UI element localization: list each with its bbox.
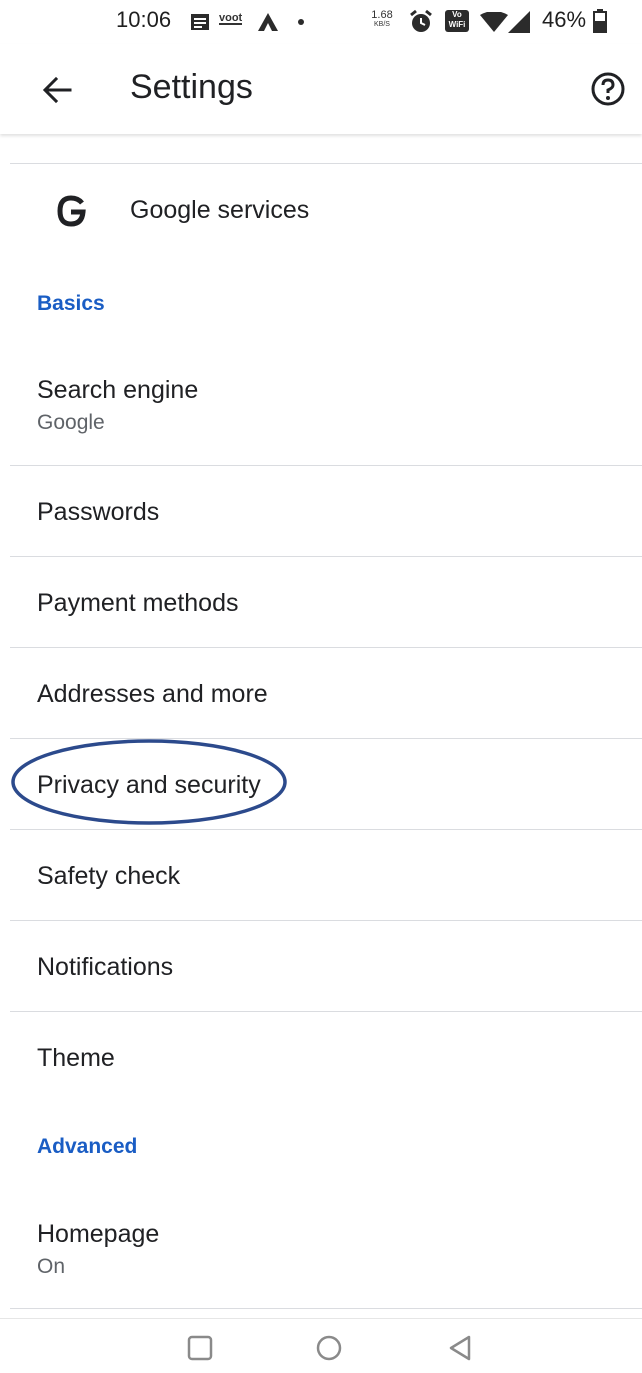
square-icon[interactable] — [183, 1331, 217, 1365]
passwords-label: Passwords — [37, 498, 160, 526]
section-header-basics: Basics — [37, 292, 105, 315]
battery-percent: 46% — [542, 7, 587, 32]
theme-label: Theme — [37, 1044, 115, 1072]
network-speed-unit: KB/S — [374, 21, 390, 28]
privacy-and-security-label: Privacy and security — [37, 771, 261, 799]
help-button[interactable] — [590, 71, 626, 107]
back-button[interactable] — [36, 68, 80, 112]
app-notification-icon — [258, 13, 278, 31]
google-g-icon — [57, 195, 86, 227]
triangle-back-icon[interactable] — [443, 1331, 477, 1365]
search-engine-label: Search engine — [37, 376, 199, 404]
google-services-item[interactable] — [0, 166, 642, 258]
alarm-icon — [410, 9, 432, 32]
addresses-label: Addresses and more — [37, 680, 268, 708]
circle-icon[interactable] — [312, 1331, 346, 1365]
divider — [10, 1308, 642, 1309]
status-bar: 10:06 voot 1.68 KB/S Vo WiFi 46% — [0, 0, 642, 44]
divider — [10, 163, 642, 164]
homepage-value: On — [37, 1255, 66, 1278]
status-time: 10:06 — [116, 7, 172, 32]
section-header-advanced: Advanced — [37, 1135, 138, 1158]
message-notification-icon — [191, 14, 209, 30]
notifications-label: Notifications — [37, 953, 174, 981]
network-speed: 1.68 KB/S — [366, 10, 398, 30]
system-navigation-bar — [0, 1318, 642, 1373]
google-services-label: Google services — [130, 196, 310, 224]
arrow-back-icon — [42, 76, 72, 104]
voot-notification-icon: voot — [219, 12, 243, 25]
payment-methods-label: Payment methods — [37, 589, 239, 617]
cellular-signal-icon — [508, 11, 530, 33]
search-engine-value: Google — [37, 411, 105, 434]
help-circle-icon — [591, 72, 625, 106]
homepage-label: Homepage — [37, 1220, 160, 1248]
more-notifications-dot-icon — [298, 19, 304, 25]
battery-icon — [593, 9, 607, 33]
wifi-signal-icon — [480, 12, 508, 32]
vowifi-icon: Vo WiFi — [445, 10, 469, 32]
search-engine-item[interactable] — [0, 350, 642, 465]
app-bar: Settings — [0, 44, 642, 134]
safety-check-label: Safety check — [37, 862, 181, 890]
homepage-item[interactable] — [0, 1195, 642, 1307]
page-title: Settings — [130, 68, 253, 106]
